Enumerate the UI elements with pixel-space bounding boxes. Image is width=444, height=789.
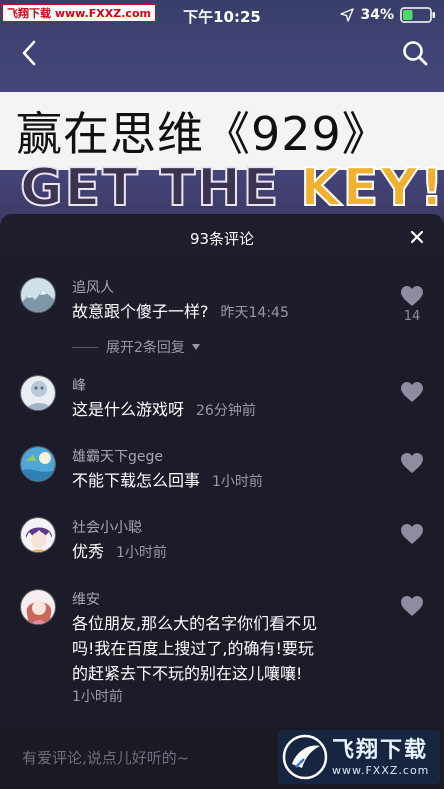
- comment-username[interactable]: 社会小小聪: [72, 517, 142, 537]
- comment-content: 这是什么游戏呀 26分钟前: [72, 397, 382, 424]
- heart-icon[interactable]: [400, 285, 424, 307]
- comment-content: 优秀 1小时前: [72, 539, 382, 566]
- avatar-image: [21, 278, 55, 312]
- comment-text-line: 各位朋友,那么大的名字你们看不见: [72, 614, 318, 633]
- comment-time: 昨天14:45: [220, 305, 289, 321]
- comment-username[interactable]: 维安: [72, 589, 100, 609]
- comment-username[interactable]: 峰: [72, 375, 86, 395]
- status-bar: 飞翔下载 www.FXXZ.com 下午10:25 34%: [0, 0, 444, 30]
- heart-icon[interactable]: [400, 595, 424, 617]
- comment-text: 故意跟个傻子一样?: [72, 302, 209, 321]
- comment-content: 故意跟个傻子一样? 昨天14:45: [72, 299, 382, 326]
- expand-replies-label: 展开2条回复: [106, 340, 185, 356]
- watermark-text: 飞翔下载 www.FXXZ.com: [332, 738, 429, 777]
- caret-down-icon: [191, 344, 200, 350]
- comment-text: 不能下载怎么回事: [72, 471, 201, 490]
- avatar-image: [21, 376, 55, 410]
- watermark-logo-icon: [282, 734, 328, 780]
- comment-username[interactable]: 追风人: [72, 277, 114, 297]
- heart-icon[interactable]: [400, 381, 424, 403]
- comment-time: 1小时前: [116, 545, 167, 561]
- chevron-left-icon: [22, 40, 36, 66]
- heart-icon[interactable]: [400, 452, 424, 474]
- video-title: 赢在思维《929》: [16, 107, 389, 161]
- avatar-image: [21, 590, 55, 624]
- comment-content: 各位朋友,那么大的名字你们看不见 吗!我在百度上搜过了,的确有!要玩 的赶紧去下…: [72, 611, 382, 686]
- comment-count: 93条评论: [189, 230, 255, 248]
- comment-text: 这是什么游戏呀: [72, 400, 185, 419]
- back-button[interactable]: [14, 38, 44, 68]
- comment-time: 26分钟前: [196, 403, 256, 419]
- comment-input[interactable]: [22, 746, 282, 770]
- comment-time: 1小时前: [72, 689, 123, 705]
- comment-time: 1小时前: [212, 474, 263, 490]
- battery-percent: 34%: [360, 7, 394, 23]
- avatar[interactable]: [20, 277, 56, 313]
- comment-text-line: 的赶紧去下不玩的别在这儿嚷嚷!: [72, 664, 303, 683]
- comment-text: 优秀: [72, 542, 105, 561]
- like-count: 14: [403, 309, 421, 324]
- watermark-bottom: 飞翔下载 www.FXXZ.com: [278, 730, 440, 784]
- search-icon: [403, 41, 428, 66]
- avatar[interactable]: [20, 446, 56, 482]
- watermark-title: 飞翔下载: [332, 737, 429, 763]
- avatar[interactable]: [20, 589, 56, 625]
- search-button[interactable]: [400, 38, 430, 68]
- comment-text-line: 吗!我在百度上搜过了,的确有!要玩: [72, 639, 314, 658]
- avatar-image: [21, 447, 55, 481]
- close-button[interactable]: [406, 226, 428, 248]
- comments-header: 93条评论: [0, 214, 444, 262]
- heart-icon[interactable]: [400, 523, 424, 545]
- avatar[interactable]: [20, 375, 56, 411]
- video-overlay-text-white: GET THE: [20, 166, 301, 210]
- avatar[interactable]: [20, 517, 56, 553]
- status-right: 34%: [340, 6, 436, 24]
- watermark-url: www.FXXZ.com: [332, 763, 430, 777]
- comment-username[interactable]: 雄霸天下gege: [72, 446, 163, 466]
- location-arrow-icon: [340, 8, 355, 22]
- close-icon: [410, 230, 424, 244]
- comment-content: 不能下载怎么回事 1小时前: [72, 468, 382, 495]
- expand-replies-button[interactable]: 展开2条回复: [72, 337, 201, 357]
- video-overlay-text: GET THE KEY!: [20, 166, 444, 210]
- video-overlay-text-orange: KEY!: [299, 166, 444, 210]
- divider: [72, 346, 98, 348]
- battery-icon: [400, 7, 435, 23]
- video-title-banner: 赢在思维《929》: [0, 92, 444, 170]
- comments-sheet: 93条评论 追风人 故意跟个傻子一样? 昨天14:45 14 展开2条回复 峰 …: [0, 214, 444, 789]
- avatar-image: [21, 518, 55, 552]
